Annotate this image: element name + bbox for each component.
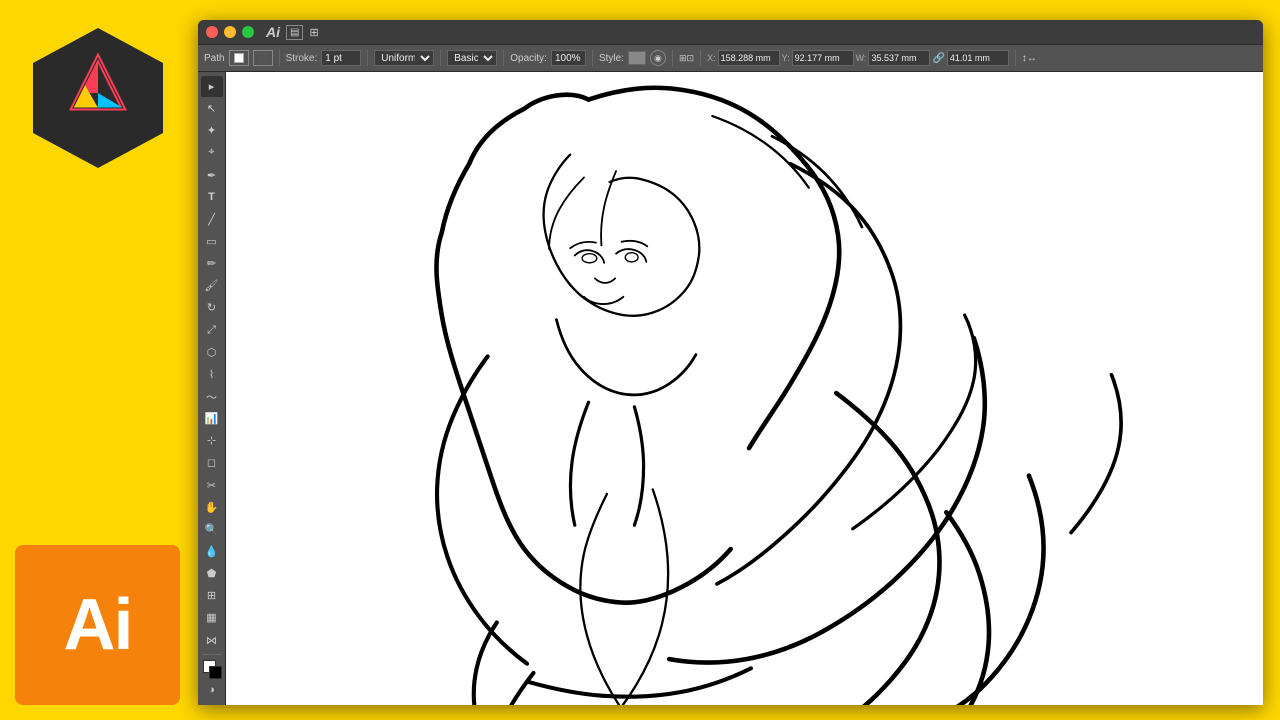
sep2 (367, 50, 368, 66)
style-label: Style: (599, 53, 624, 64)
toolbar: Path Stroke: Uniform Basic Opacity: Styl… (198, 44, 1263, 72)
direct-select-tool[interactable]: ↖ (201, 98, 223, 119)
illustrator-window: Ai ▤ ⊞ Path Stroke: Uniform Basic Opacit… (198, 20, 1263, 705)
rect-tool[interactable]: ▭ (201, 231, 223, 252)
x-value-input[interactable] (718, 50, 780, 66)
stroke-value-input[interactable] (321, 50, 361, 66)
w-label: W: (856, 53, 867, 63)
sep4 (503, 50, 504, 66)
ai-logo-text: Ai (64, 584, 132, 666)
h-value-input[interactable] (947, 50, 1009, 66)
main-area: ▸ ↖ ✦ ⌖ ✒ T ╱ ▭ ✏ 🖌 ↻ ⤢ ⬡ ⌇ (198, 72, 1263, 705)
document-icon: ▤ (286, 25, 303, 40)
zoom-tool[interactable]: 🔍 (201, 519, 223, 540)
sep6 (672, 50, 673, 66)
graph-tool[interactable]: 📊 (201, 408, 223, 429)
link-icon[interactable]: 🔗 (932, 53, 944, 64)
type-tool[interactable]: T (201, 187, 223, 208)
eyedropper-tool[interactable]: 💧 (201, 541, 223, 562)
selection-tool[interactable]: ▸ (201, 76, 223, 97)
maximize-button[interactable] (242, 26, 254, 38)
reshape-tool[interactable]: ⌇ (201, 364, 223, 385)
style-swatch (628, 51, 646, 65)
pencil-tool[interactable]: ✏ (201, 253, 223, 274)
arrange-icon: ⊞ (309, 26, 318, 39)
tool-panel: ▸ ↖ ✦ ⌖ ✒ T ╱ ▭ ✏ 🖌 ↻ ⤢ ⬡ ⌇ (198, 72, 226, 705)
live-paint-tool[interactable]: ⬟ (201, 563, 223, 584)
sep3 (440, 50, 441, 66)
y-label: Y: (782, 53, 790, 63)
tool-separator (202, 654, 222, 655)
paintbrush-tool[interactable]: 🖌 (201, 275, 223, 296)
opacity-label: Opacity: (510, 53, 547, 64)
stroke-swatch[interactable] (253, 50, 273, 66)
sep7 (700, 50, 701, 66)
scissors-tool[interactable]: ✂ (201, 475, 223, 496)
shear-tool[interactable]: ⬡ (201, 342, 223, 363)
color-mode-btn[interactable]: ◑ (201, 680, 223, 701)
artwork-svg (226, 72, 1263, 705)
warp-tool[interactable]: 〜 (201, 386, 223, 407)
blend-tool[interactable]: ⋈ (201, 630, 223, 651)
title-bar: Ai ▤ ⊞ (198, 20, 1263, 44)
rotate-tool[interactable]: ↻ (201, 297, 223, 318)
grid-icon: ⊞⊡ (679, 53, 694, 64)
style-dropdown[interactable]: Basic (447, 50, 497, 66)
hand-tool[interactable]: ✋ (201, 497, 223, 518)
canvas-area (226, 72, 1263, 705)
y-value-input[interactable] (792, 50, 854, 66)
w-value-input[interactable] (868, 50, 930, 66)
ai-title-icon: Ai (266, 24, 280, 40)
minimize-button[interactable] (224, 26, 236, 38)
slice-tool[interactable]: ⊹ (201, 430, 223, 451)
stroke-type-dropdown[interactable]: Uniform (374, 50, 434, 66)
ai-logo-badge: Ai (15, 545, 180, 705)
coords-group: X: Y: W: 🔗 (707, 50, 1009, 66)
eraser-tool[interactable]: ◻ (201, 452, 223, 473)
sep1 (279, 50, 280, 66)
x-label: X: (707, 53, 716, 63)
opacity-input[interactable] (551, 50, 586, 66)
mesh-tool[interactable]: ⊞ (201, 585, 223, 606)
scale-tool[interactable]: ⤢ (201, 320, 223, 341)
hex-logo (15, 15, 180, 180)
path-label: Path (204, 53, 225, 64)
sep8 (1015, 50, 1016, 66)
pen-tool[interactable]: ✒ (201, 165, 223, 186)
stroke-label: Stroke: (286, 53, 318, 64)
sep5 (592, 50, 593, 66)
transform-icons: ↕↔ (1022, 53, 1037, 64)
magic-wand-tool[interactable]: ✦ (201, 120, 223, 141)
close-button[interactable] (206, 26, 218, 38)
gradient-tool[interactable]: ▦ (201, 607, 223, 628)
hex-shape-svg (23, 23, 173, 173)
fill-stroke-indicator[interactable] (201, 658, 223, 679)
lasso-tool[interactable]: ⌖ (201, 142, 223, 163)
line-tool[interactable]: ╱ (201, 209, 223, 230)
color-wheel-btn[interactable]: ◉ (650, 50, 666, 66)
fill-swatch[interactable] (229, 50, 249, 66)
